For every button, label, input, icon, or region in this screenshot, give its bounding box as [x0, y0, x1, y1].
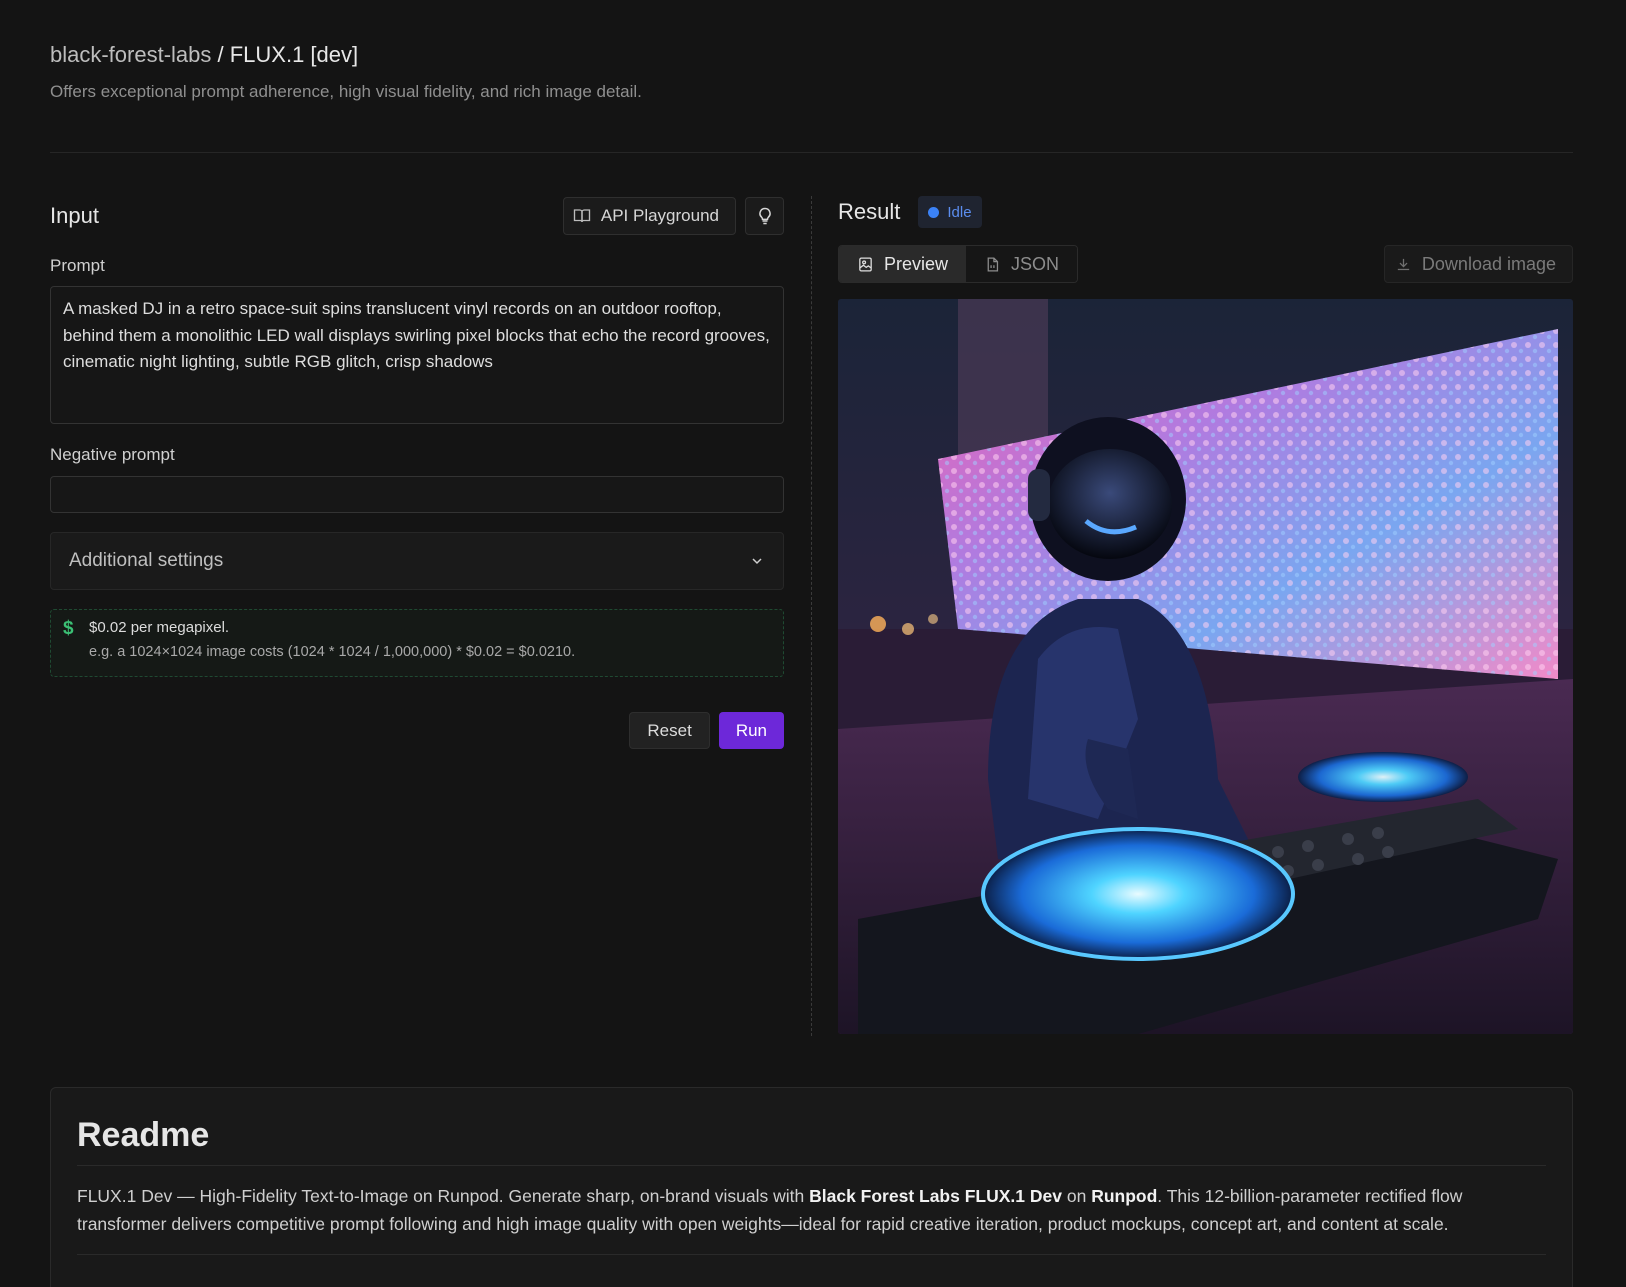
- model-description: Offers exceptional prompt adherence, hig…: [50, 82, 642, 101]
- model-name: FLUX.1 [dev]: [229, 42, 359, 67]
- readme-title: Readme: [77, 1116, 1546, 1166]
- tab-preview[interactable]: Preview: [839, 246, 967, 282]
- tab-json-label: JSON: [1011, 253, 1060, 274]
- input-title: Input: [50, 203, 99, 228]
- readme-bold-runpod: Runpod: [1091, 1186, 1158, 1206]
- negative-prompt-label: Negative prompt: [50, 445, 175, 464]
- title-separator: /: [211, 42, 230, 67]
- readme-text-1: FLUX.1 Dev — High-Fidelity Text-to-Image…: [77, 1186, 810, 1206]
- additional-settings-toggle[interactable]: Additional settings: [50, 532, 784, 590]
- hint-button[interactable]: [745, 197, 784, 235]
- tab-json[interactable]: JSON: [966, 246, 1078, 282]
- price-line: $0.02 per megapixel.: [89, 619, 230, 636]
- generated-image-preview: [838, 299, 1573, 1034]
- readme-bold-model: Black Forest Labs FLUX.1 Dev: [809, 1186, 1062, 1206]
- reset-button[interactable]: Reset: [629, 712, 710, 749]
- status-badge: Idle: [918, 196, 982, 228]
- run-button[interactable]: Run: [718, 712, 784, 749]
- additional-settings-label: Additional settings: [69, 550, 224, 571]
- panel-divider: [811, 196, 812, 1036]
- prompt-textarea[interactable]: A masked DJ in a retro space-suit spins …: [50, 286, 784, 424]
- result-title: Result: [838, 199, 901, 224]
- pricing-info: $ $0.02 per megapixel. e.g. a 1024×1024 …: [50, 609, 784, 677]
- result-panel: Result Idle Preview JSON Download image: [838, 196, 1573, 1034]
- price-example: e.g. a 1024×1024 image costs (1024 * 102…: [89, 644, 576, 660]
- status-label: Idle: [947, 203, 972, 221]
- image-icon: [859, 256, 872, 272]
- download-label: Download image: [1421, 253, 1556, 274]
- org-name[interactable]: black-forest-labs: [50, 42, 211, 67]
- lightbulb-icon: [758, 207, 771, 225]
- readme-body: FLUX.1 Dev — High-Fidelity Text-to-Image…: [77, 1182, 1546, 1255]
- dollar-icon: $: [63, 618, 74, 639]
- api-playground-label: API Playground: [600, 206, 719, 225]
- download-image-button[interactable]: Download image: [1383, 245, 1573, 283]
- readme-text-2: on: [1061, 1186, 1092, 1206]
- page-title: black-forest-labs / FLUX.1 [dev]: [50, 42, 1573, 68]
- book-icon: [573, 209, 591, 223]
- download-icon: [1397, 258, 1410, 270]
- input-panel: Input API Playground Prompt A masked DJ …: [50, 196, 784, 749]
- api-playground-button[interactable]: API Playground: [562, 197, 736, 235]
- tab-preview-label: Preview: [884, 253, 949, 274]
- readme-section: Readme FLUX.1 Dev — High-Fidelity Text-t…: [50, 1087, 1573, 1287]
- page-header: black-forest-labs / FLUX.1 [dev] Offers …: [50, 42, 1573, 102]
- negative-prompt-input[interactable]: [50, 476, 784, 513]
- header-divider: [50, 152, 1573, 153]
- prompt-label: Prompt: [50, 256, 105, 275]
- result-tabs: Preview JSON: [838, 245, 1079, 283]
- status-dot: [928, 206, 940, 218]
- file-icon: [987, 256, 999, 272]
- chevron-down-icon: [752, 558, 762, 565]
